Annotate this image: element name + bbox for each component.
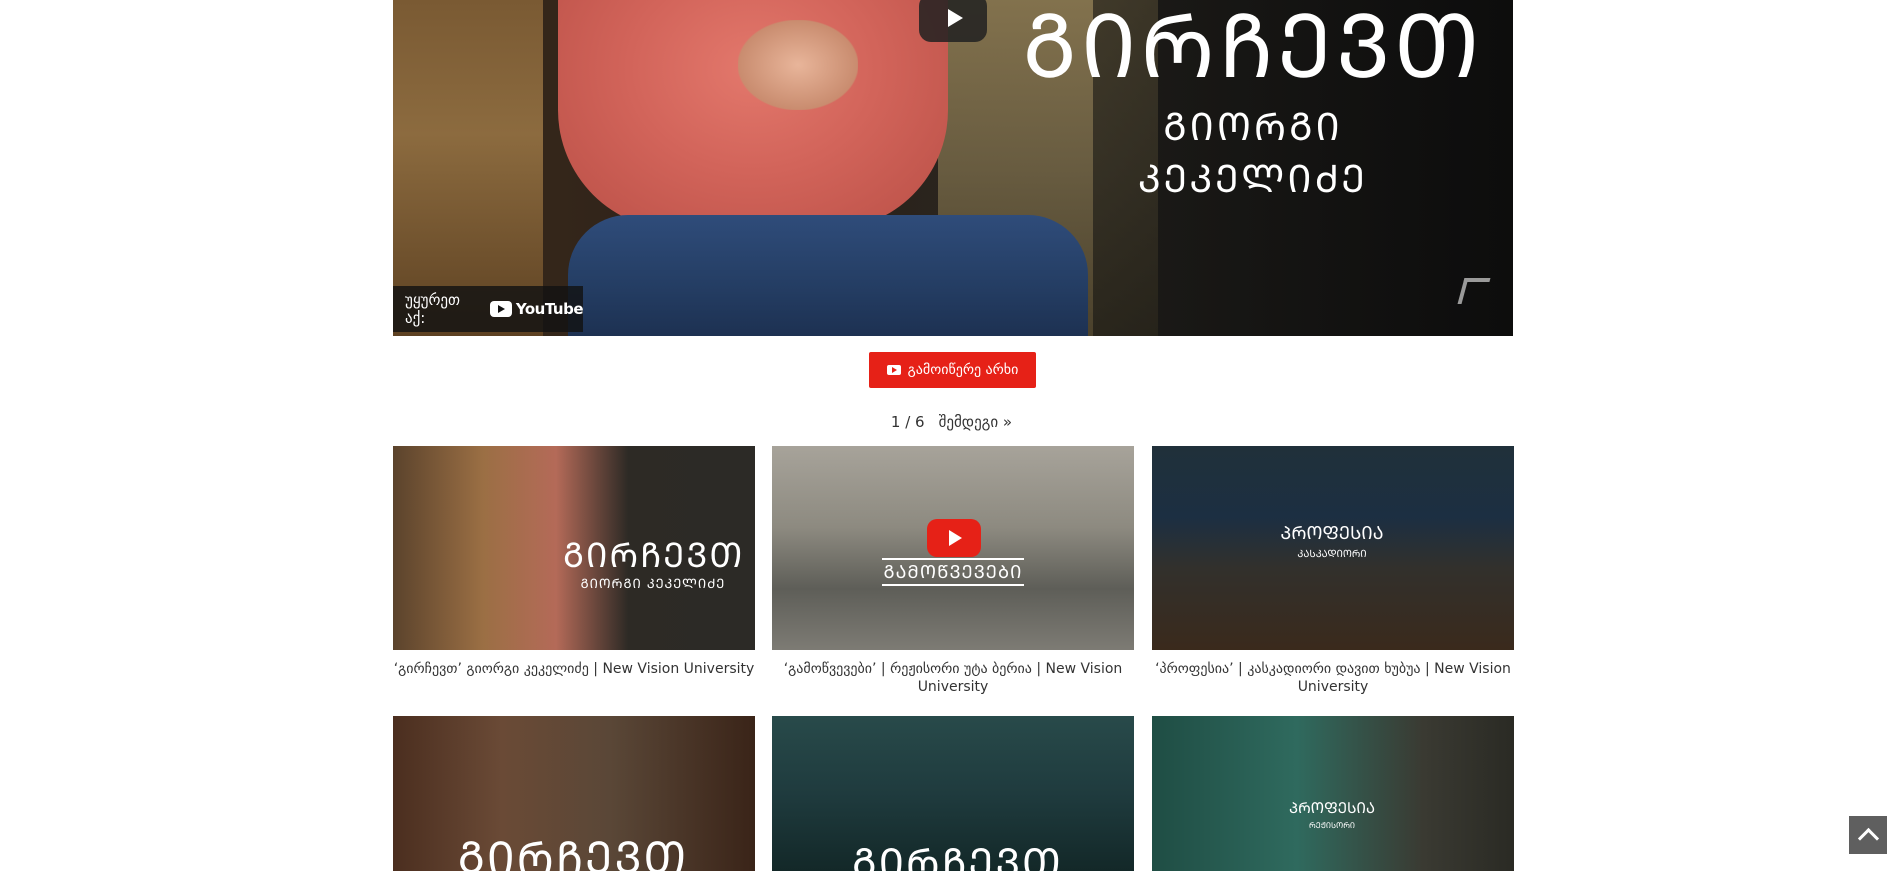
subscribe-label: გამოიწერე არხი	[907, 362, 1019, 378]
page: ᲒᲘᲠᲩᲔᲕᲗ ᲒᲘᲝᲠᲒᲘ ᲙᲔᲙᲔᲚᲘᲫᲔ უყურეთ აქ: YouTu…	[0, 0, 1903, 871]
next-page-link[interactable]: შემდეგი »	[939, 413, 1013, 431]
play-icon	[947, 9, 963, 27]
play-button[interactable]	[927, 519, 981, 557]
thumb-title: ᲞᲠᲝᲤᲔᲡᲘᲐ	[1280, 523, 1384, 544]
scroll-to-top-button[interactable]	[1849, 816, 1887, 854]
youtube-icon	[489, 301, 512, 317]
video-thumbnail[interactable]: ᲒᲐᲛᲝᲬᲕᲔᲕᲔᲑᲘ	[772, 446, 1134, 650]
pagination: 1 / 6 შემდეგი »	[0, 413, 1903, 431]
page-position: 1 / 6	[890, 413, 925, 431]
thumb-title: ᲒᲘᲠᲩᲔᲕᲗ	[563, 536, 745, 576]
thumb-title: ᲒᲐᲛᲝᲬᲕᲔᲕᲔᲑᲘ	[882, 558, 1024, 586]
video-thumbnail[interactable]: ᲞᲠᲝᲤᲔᲡᲘᲐ ᲠᲔᲟᲘᲡᲝᲠᲘ	[1152, 716, 1514, 871]
play-icon	[949, 530, 962, 546]
watch-on-label: უყურეთ აქ:	[405, 291, 461, 327]
player-frame-hands	[738, 20, 858, 110]
thumb-subtitle: ᲠᲔᲟᲘᲡᲝᲠᲘ	[1308, 821, 1355, 830]
chevron-up-icon	[1857, 827, 1879, 849]
video-thumbnail[interactable]: ᲒᲘᲠᲩᲔᲕᲗ	[772, 716, 1134, 871]
youtube-icon	[886, 365, 901, 375]
watch-on-youtube-link[interactable]: უყურეთ აქ: YouTube	[393, 286, 584, 332]
youtube-label: YouTube	[515, 300, 584, 318]
video-title-link[interactable]: ‘გირჩევთ’ გიორგი კეკელიძე | New Vision U…	[393, 660, 755, 678]
video-thumbnail[interactable]: ᲞᲠᲝᲤᲔᲡᲘᲐ ᲙᲐᲡᲙᲐᲓᲘᲝᲠᲘ	[1152, 446, 1514, 650]
player-overlay-title-text: ᲒᲘᲠᲩᲔᲕᲗ	[1022, 0, 1484, 98]
subscribe-button[interactable]: გამოიწერე არხი	[869, 352, 1036, 388]
play-button[interactable]	[919, 0, 987, 42]
player-overlay-subtitle: ᲒᲘᲝᲠᲒᲘ ᲙᲔᲙᲔᲚᲘᲫᲔ	[1138, 105, 1368, 201]
video-player[interactable]: ᲒᲘᲠᲩᲔᲕᲗ ᲒᲘᲝᲠᲒᲘ ᲙᲔᲙᲔᲚᲘᲫᲔ უყურეთ აქ: YouTu…	[393, 0, 1513, 336]
player-frame-legs	[568, 215, 1088, 336]
thumb-title: ᲒᲘᲠᲩᲔᲕᲗ	[457, 833, 689, 871]
player-overlay-title: ᲒᲘᲠᲩᲔᲕᲗ	[993, 2, 1513, 92]
thumb-subtitle: ᲒᲘᲝᲠᲒᲘ ᲙᲔᲙᲔᲚᲘᲫᲔ	[580, 577, 726, 592]
video-thumbnail[interactable]: ᲒᲘᲠᲩᲔᲕᲗ	[393, 716, 755, 871]
video-thumbnail[interactable]: ᲒᲘᲠᲩᲔᲕᲗ ᲒᲘᲝᲠᲒᲘ ᲙᲔᲙᲔᲚᲘᲫᲔ	[393, 446, 755, 650]
thumb-title: ᲞᲠᲝᲤᲔᲡᲘᲐ	[1289, 799, 1375, 817]
thumb-subtitle: ᲙᲐᲡᲙᲐᲓᲘᲝᲠᲘ	[1297, 549, 1367, 560]
youtube-logo: YouTube	[489, 300, 584, 318]
video-title-link[interactable]: ‘გამოწვევები’ | რეჟისორი უტა ბერია | New…	[772, 660, 1134, 696]
thumb-title: ᲒᲘᲠᲩᲔᲕᲗ	[852, 841, 1063, 871]
video-title-link[interactable]: ‘პროფესია’ | კასკადიორი დავით ხუბუა | Ne…	[1152, 660, 1514, 696]
